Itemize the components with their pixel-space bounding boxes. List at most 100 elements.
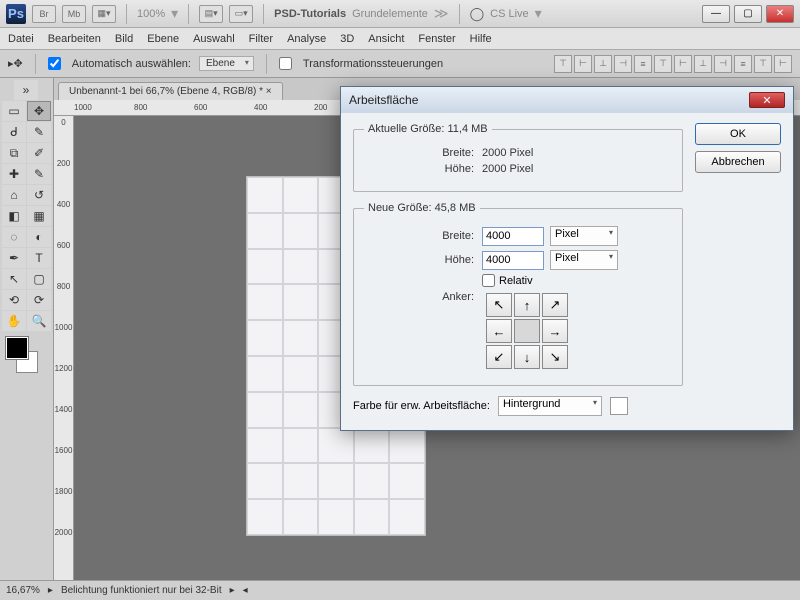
zoom-indicator[interactable]: 100% [137,8,165,20]
3d-camera-tool[interactable]: ⟳ [27,290,51,310]
close-icon[interactable]: × [266,86,272,97]
align-icon[interactable]: ⊥ [594,55,612,73]
menu-hilfe[interactable]: Hilfe [470,33,492,45]
anchor-ne[interactable]: ↗ [542,293,568,317]
close-button[interactable]: ✕ [766,5,794,23]
menu-analyse[interactable]: Analyse [287,33,326,45]
cancel-button[interactable]: Abbrechen [695,151,781,173]
bridge-button[interactable]: Br [32,5,56,23]
pen-tool[interactable]: ✒ [2,248,26,268]
menu-ansicht[interactable]: Ansicht [368,33,404,45]
title-bar: Ps Br Mb ▦▾ 100% ▾ ▤▾ ▭▾ PSD-Tutorials G… [0,0,800,28]
status-bar: 16,67% ▸ Belichtung funktioniert nur bei… [0,580,800,600]
ok-button[interactable]: OK [695,123,781,145]
menu-ebene[interactable]: Ebene [147,33,179,45]
align-icon[interactable]: ≡ [734,55,752,73]
anchor-w[interactable]: ← [486,319,512,343]
extension-color-select[interactable]: Hintergrund [498,396,602,416]
lasso-tool[interactable]: ᑯ [2,122,26,142]
marquee-tool[interactable]: ▭ [2,101,26,121]
stamp-tool[interactable]: ⌂ [2,185,26,205]
type-tool[interactable]: T [27,248,51,268]
minimize-button[interactable]: — [702,5,730,23]
align-icon[interactable]: ⊢ [674,55,692,73]
menu-bearbeiten[interactable]: Bearbeiten [48,33,101,45]
history-brush-tool[interactable]: ↺ [27,185,51,205]
menu-fenster[interactable]: Fenster [418,33,455,45]
height-unit-select[interactable]: Pixel [550,250,618,270]
foreground-color[interactable] [6,337,28,359]
auto-select-checkbox[interactable] [48,57,61,70]
eraser-tool[interactable]: ◧ [2,206,26,226]
view-button[interactable]: ▭▾ [229,5,253,23]
extension-color-label: Farbe für erw. Arbeitsfläche: [353,400,490,412]
hand-tool[interactable]: ✋ [2,311,26,331]
align-icon[interactable]: ⊢ [574,55,592,73]
move-tool[interactable]: ✥ [27,101,51,121]
workspace-tab[interactable]: Grundelemente [352,8,428,20]
auto-select-target[interactable]: Ebene [199,56,254,71]
extension-color-chip[interactable] [610,397,628,415]
cslive-icon: ◯ [470,6,485,22]
chevron-icon[interactable]: ▸ [230,585,235,596]
auto-select-label: Automatisch auswählen: [72,58,191,70]
anchor-sw[interactable]: ↙ [486,345,512,369]
double-chevron-icon[interactable]: ≫ [434,5,449,22]
zoom-level[interactable]: 16,67% [6,585,40,596]
path-select-tool[interactable]: ↖ [2,269,26,289]
menu-datei[interactable]: Datei [8,33,34,45]
new-height-input[interactable] [482,251,544,270]
relative-label: Relativ [499,275,533,287]
transform-controls-checkbox[interactable] [279,57,292,70]
crop-tool[interactable]: ⧉ [2,143,26,163]
maximize-button[interactable]: ▢ [734,5,762,23]
width-unit-select[interactable]: Pixel [550,226,618,246]
align-icon[interactable]: ⊢ [774,55,792,73]
arrange-button[interactable]: ▤▾ [199,5,223,23]
anchor-se[interactable]: ↘ [542,345,568,369]
minibridge-button[interactable]: Mb [62,5,86,23]
collapse-handle[interactable]: » [14,80,38,100]
healing-tool[interactable]: ✚ [2,164,26,184]
3d-tool[interactable]: ⟲ [2,290,26,310]
dialog-close-button[interactable]: ✕ [749,92,785,108]
new-size-group: Neue Größe: 45,8 MB Breite: Pixel Höhe: … [353,202,683,386]
workspace-tab-active[interactable]: PSD-Tutorials [274,8,346,20]
align-icon[interactable]: ⊣ [714,55,732,73]
menu-auswahl[interactable]: Auswahl [193,33,235,45]
chevron-icon[interactable]: ▸ [48,585,53,596]
anchor-s[interactable]: ↓ [514,345,540,369]
chevron-down-icon: ▾ [171,5,178,22]
align-icon[interactable]: ⊤ [754,55,772,73]
anchor-e[interactable]: → [542,319,568,343]
align-icon[interactable]: ⊤ [554,55,572,73]
new-height-label: Höhe: [364,254,474,266]
brush-tool[interactable]: ✎ [27,164,51,184]
align-icon[interactable]: ⊥ [694,55,712,73]
current-size-legend: Aktuelle Größe: 11,4 MB [364,123,492,135]
anchor-n[interactable]: ↑ [514,293,540,317]
anchor-nw[interactable]: ↖ [486,293,512,317]
anchor-center[interactable] [514,319,540,343]
shape-tool[interactable]: ▢ [27,269,51,289]
dodge-tool[interactable]: ◐ [27,227,51,247]
menu-bild[interactable]: Bild [115,33,133,45]
align-icon[interactable]: ⊤ [654,55,672,73]
screen-mode-button[interactable]: ▦▾ [92,5,116,23]
new-width-input[interactable] [482,227,544,246]
chevron-left-icon[interactable]: ◂ [243,585,248,596]
menu-3d[interactable]: 3D [340,33,354,45]
cslive-label[interactable]: CS Live [490,8,529,20]
blur-tool[interactable]: ◌ [2,227,26,247]
eyedropper-tool[interactable]: ✐ [27,143,51,163]
zoom-tool[interactable]: 🔍 [27,311,51,331]
align-icon[interactable]: ≡ [634,55,652,73]
color-swatch[interactable] [2,337,42,373]
document-tab[interactable]: Unbenannt-1 bei 66,7% (Ebene 4, RGB/8) *… [58,82,283,100]
align-icon[interactable]: ⊣ [614,55,632,73]
relative-checkbox[interactable] [482,274,495,287]
menu-filter[interactable]: Filter [249,33,273,45]
current-size-group: Aktuelle Größe: 11,4 MB Breite:2000 Pixe… [353,123,683,192]
quick-select-tool[interactable]: ✎ [27,122,51,142]
gradient-tool[interactable]: ▦ [27,206,51,226]
